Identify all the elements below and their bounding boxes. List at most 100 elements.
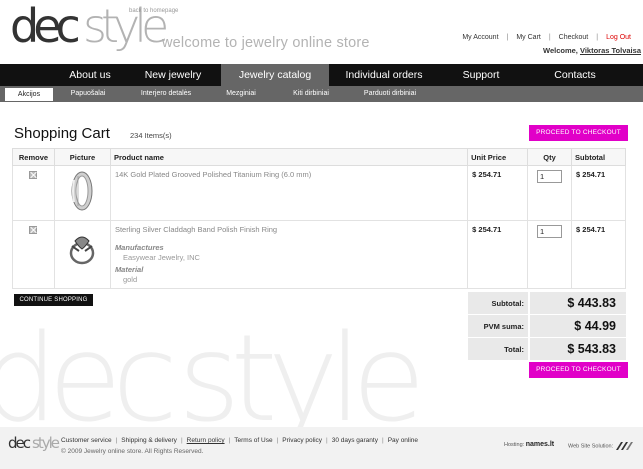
nav-contacts[interactable]: Contacts	[523, 64, 627, 86]
table-row: 14K Gold Plated Grooved Polished Titaniu…	[12, 165, 626, 221]
main-navigation: About us New jewelry Jewelry catalog Ind…	[0, 64, 643, 86]
separator: |	[276, 437, 279, 444]
total-label: Total:	[468, 338, 528, 360]
my-cart-link[interactable]: My Cart	[516, 34, 541, 41]
table-row: Sterling Silver Claddagh Band Polish Fin…	[12, 220, 626, 289]
subtotal: $ 254.71	[571, 220, 626, 289]
my-account-link[interactable]: My Account	[462, 34, 498, 41]
footer-link-customer-service[interactable]: Customer service	[61, 437, 112, 444]
subtotal-value: $ 443.83	[528, 292, 626, 314]
subnav-kiti-dirbiniai[interactable]: Kiti dirbiniai	[273, 86, 349, 102]
copyright: © 2009 Jewelry online store. All Rights …	[61, 448, 204, 455]
welcome-prefix: Welcome,	[543, 46, 578, 55]
watermark-dec: dec	[0, 318, 178, 429]
quantity-input[interactable]	[537, 225, 563, 238]
separator: |	[381, 437, 384, 444]
back-to-homepage-link[interactable]: back to homepage	[129, 8, 178, 14]
nav-individual-orders[interactable]: Individual orders	[329, 64, 439, 86]
titanium-ring-image[interactable]	[69, 170, 95, 212]
nav-new-jewelry[interactable]: New jewelry	[125, 64, 221, 86]
remove-cell	[12, 220, 55, 289]
site-footer: dec style Customer service | Shipping & de…	[0, 427, 643, 469]
column-product-name: Product name	[109, 148, 469, 166]
nav-support[interactable]: Support	[439, 64, 523, 86]
pvm-label: PVM suma:	[468, 315, 528, 337]
separator: |	[506, 34, 509, 41]
separator: |	[548, 34, 551, 41]
watermark-style: style	[178, 318, 426, 429]
site-header: dec style back to homepage welcome to je…	[0, 0, 643, 64]
qty-cell	[527, 165, 573, 221]
footer-link-garanty[interactable]: 30 days garanty	[332, 437, 378, 444]
column-remove: Remove	[12, 148, 55, 166]
subnav-parduoti-dirbiniai[interactable]: Parduoti dirbiniai	[349, 86, 431, 102]
nav-about-us[interactable]: About us	[55, 64, 125, 86]
table-header-row: Remove Picture Product name Unit Price Q…	[12, 148, 626, 166]
subtotal: $ 254.71	[571, 165, 626, 221]
subnav-papuosalai[interactable]: Papuošalai	[53, 86, 123, 102]
separator: |	[115, 437, 118, 444]
column-picture: Picture	[53, 148, 111, 166]
welcome-banner: welcome to jewelry online store	[162, 35, 370, 51]
solution-label: Web Site Solution:	[568, 443, 614, 450]
quantity-input[interactable]	[537, 170, 563, 183]
product-name-cell: Sterling Silver Claddagh Band Polish Fin…	[109, 220, 469, 289]
solution-credit: Web Site Solution:	[568, 441, 633, 451]
continue-shopping-button[interactable]: CONTINUE SHOPPING	[14, 294, 93, 306]
nav-jewelry-catalog[interactable]: Jewelry catalog	[221, 64, 329, 86]
picture-cell	[53, 165, 111, 221]
footer-link-return-policy[interactable]: Return policy	[187, 437, 225, 444]
pvm-value: $ 44.99	[528, 315, 626, 337]
checkout-link[interactable]: Checkout	[559, 34, 589, 41]
product-name[interactable]: 14K Gold Plated Grooved Polished Titaniu…	[115, 170, 463, 179]
column-subtotal: Subtotal	[571, 148, 626, 166]
unit-price: $ 254.71	[467, 220, 529, 289]
subtotal-label: Subtotal:	[468, 292, 528, 314]
hosting-name-link[interactable]: names.lt	[526, 441, 554, 448]
username-link[interactable]: Viktoras Tolvaisa	[580, 46, 641, 55]
subnav-akcijos[interactable]: Akcijos	[5, 88, 53, 101]
page-title: Shopping Cart	[14, 125, 110, 142]
subnav-mezginiai[interactable]: Mezginiai	[209, 86, 273, 102]
column-unit-price: Unit Price	[467, 148, 529, 166]
footer-link-terms[interactable]: Terms of Use	[234, 437, 272, 444]
user-greeting: Welcome, Viktoras Tolvaisa	[543, 46, 641, 55]
separator: |	[596, 34, 599, 41]
total-row: Total: $ 543.83	[468, 337, 626, 360]
logo-dec[interactable]: dec	[10, 3, 81, 49]
footer-links: Customer service | Shipping & delivery | Ret…	[61, 437, 418, 444]
separator: |	[228, 437, 231, 444]
total-value: $ 543.83	[528, 338, 626, 360]
remove-cell	[12, 165, 55, 221]
sub-navigation: Akcijos Papuošalai Interjero detalės Mez…	[0, 86, 643, 102]
footer-link-pay-online[interactable]: Pay online	[388, 437, 418, 444]
pvm-row: PVM suma: $ 44.99	[468, 314, 626, 337]
column-qty: Qty	[527, 148, 573, 166]
attribute-value: gold	[122, 275, 138, 284]
footer-logo-style[interactable]: style	[32, 436, 60, 451]
footer-link-privacy[interactable]: Privacy policy	[282, 437, 322, 444]
separator: |	[326, 437, 328, 444]
remove-item-icon[interactable]	[29, 171, 38, 179]
solution-logo-icon[interactable]	[615, 441, 633, 451]
unit-price: $ 254.71	[467, 165, 529, 221]
subnav-interjero-detales[interactable]: Interjero detalės	[123, 86, 209, 102]
claddagh-ring-image[interactable]	[67, 231, 97, 267]
items-count: 234 Items(s)	[130, 131, 172, 140]
subtotal-row: Subtotal: $ 443.83	[468, 291, 626, 314]
picture-cell	[53, 220, 111, 289]
attribute-title: Manufactures	[114, 243, 164, 252]
remove-item-icon[interactable]	[29, 226, 38, 234]
top-links: My Account | My Cart | Checkout | Log Out	[462, 34, 631, 41]
footer-logo-dec[interactable]: dec	[8, 436, 31, 451]
proceed-to-checkout-button-bottom[interactable]: PROCEED TO CHECKOUT	[529, 362, 628, 378]
hosting-credit: Hosting: names.lt	[504, 441, 554, 448]
footer-link-shipping[interactable]: Shipping & delivery	[121, 437, 177, 444]
product-name-cell: 14K Gold Plated Grooved Polished Titaniu…	[109, 165, 469, 221]
attribute-value: Easywear Jewelry, INC	[122, 253, 200, 262]
proceed-to-checkout-button-top[interactable]: PROCEED TO CHECKOUT	[529, 125, 628, 141]
attribute-title: Material	[114, 265, 144, 274]
cart-table: Remove Picture Product name Unit Price Q…	[12, 148, 626, 289]
product-name[interactable]: Sterling Silver Claddagh Band Polish Fin…	[115, 225, 463, 234]
logout-link[interactable]: Log Out	[606, 34, 631, 41]
